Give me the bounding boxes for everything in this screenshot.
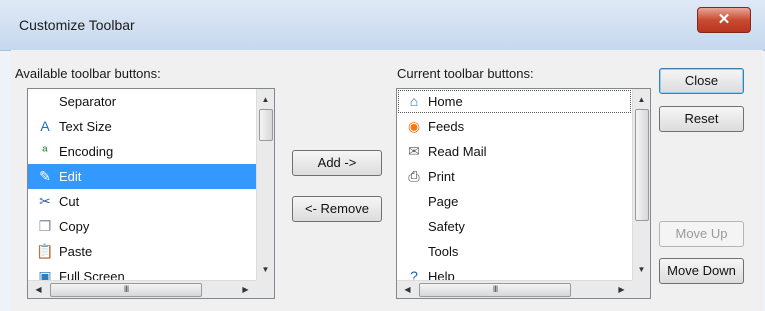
- item-label: Copy: [59, 219, 90, 234]
- available-item-edit[interactable]: ✎ Edit: [28, 164, 256, 189]
- title-bar: Customize Toolbar ✕: [0, 0, 765, 51]
- item-label: Tools: [428, 244, 459, 259]
- item-label: Home: [428, 94, 463, 109]
- current-item-safety[interactable]: Safety: [397, 214, 632, 239]
- cut-icon: ✂: [39, 193, 51, 209]
- item-label: Encoding: [59, 144, 114, 159]
- scroll-thumb-horizontal[interactable]: III: [50, 283, 202, 297]
- available-vertical-scrollbar[interactable]: ▲ ▼: [256, 89, 274, 280]
- available-items: Separator A Text Size ª Encoding ✎ Edit ✂ Cut ❐ Co…: [28, 89, 256, 280]
- close-button[interactable]: Close: [659, 68, 744, 94]
- home-icon: ⌂: [409, 93, 419, 109]
- current-item-help[interactable]: ? Help: [397, 264, 632, 280]
- item-label: Cut: [59, 194, 80, 209]
- copy-icon: ❐: [38, 218, 52, 234]
- available-horizontal-scrollbar[interactable]: ◀ III ▶: [28, 280, 256, 298]
- dialog-title: Customize Toolbar: [19, 17, 135, 33]
- item-label: Paste: [59, 244, 93, 259]
- remove-button[interactable]: <- Remove: [292, 196, 382, 222]
- current-item-page[interactable]: Page: [397, 189, 632, 214]
- scroll-up-arrow-icon[interactable]: ▲: [257, 91, 274, 108]
- item-label: Print: [428, 169, 455, 184]
- available-item-cut[interactable]: ✂ Cut: [28, 189, 256, 214]
- scrollbar-corner: [256, 280, 274, 298]
- edit-icon: ✎: [39, 168, 51, 184]
- available-buttons-list[interactable]: Separator A Text Size ª Encoding ✎ Edit ✂ Cut ❐ Co…: [27, 88, 275, 299]
- item-label: Separator: [59, 94, 117, 109]
- item-label: Help: [428, 269, 455, 280]
- available-item-copy[interactable]: ❐ Copy: [28, 214, 256, 239]
- current-vertical-scrollbar[interactable]: ▲ ▼: [632, 89, 650, 280]
- item-label: Text Size: [59, 119, 112, 134]
- window-close-button[interactable]: ✕: [697, 7, 751, 33]
- reset-button[interactable]: Reset: [659, 106, 744, 132]
- available-item-paste[interactable]: 📋 Paste: [28, 239, 256, 264]
- scroll-up-arrow-icon[interactable]: ▲: [633, 91, 650, 108]
- scroll-left-arrow-icon[interactable]: ◀: [30, 281, 47, 298]
- scroll-down-arrow-icon[interactable]: ▼: [633, 261, 650, 278]
- current-buttons-label: Current toolbar buttons:: [397, 66, 534, 81]
- item-label: Full Screen: [59, 269, 125, 280]
- help-icon: ?: [410, 268, 418, 280]
- available-item-encoding[interactable]: ª Encoding: [28, 139, 256, 164]
- feeds-icon: ◉: [407, 118, 421, 134]
- scroll-thumb-horizontal[interactable]: III: [419, 283, 571, 297]
- scroll-left-arrow-icon[interactable]: ◀: [399, 281, 416, 298]
- item-label: Safety: [428, 219, 465, 234]
- current-item-print[interactable]: ⎙ Print: [397, 164, 632, 189]
- dialog-body: Available toolbar buttons: Separator A Tex…: [11, 50, 763, 311]
- scroll-right-arrow-icon[interactable]: ▶: [613, 281, 630, 298]
- current-item-read-mail[interactable]: ✉ Read Mail: [397, 139, 632, 164]
- move-down-button[interactable]: Move Down: [659, 258, 744, 284]
- read-mail-icon: ✉: [408, 143, 420, 159]
- scroll-down-arrow-icon[interactable]: ▼: [257, 261, 274, 278]
- scrollbar-corner: [632, 280, 650, 298]
- current-horizontal-scrollbar[interactable]: ◀ III ▶: [397, 280, 632, 298]
- text-size-icon: A: [40, 118, 50, 134]
- scroll-thumb[interactable]: [259, 109, 273, 141]
- available-item-text-size[interactable]: A Text Size: [28, 114, 256, 139]
- current-item-feeds[interactable]: ◉ Feeds: [397, 114, 632, 139]
- available-item-full-screen[interactable]: ▣ Full Screen: [28, 264, 256, 280]
- move-up-button[interactable]: Move Up: [659, 221, 744, 247]
- item-label: Read Mail: [428, 144, 487, 159]
- print-icon: ⎙: [408, 168, 420, 184]
- item-label: Feeds: [428, 119, 465, 134]
- current-items: ⌂ Home ◉ Feeds ✉ Read Mail ⎙ Print Page Safety Too…: [397, 89, 632, 280]
- current-item-tools[interactable]: Tools: [397, 239, 632, 264]
- customize-toolbar-dialog: Customize Toolbar ✕ Available toolbar bu…: [0, 0, 765, 311]
- available-item-separator[interactable]: Separator: [28, 89, 256, 114]
- item-label: Page: [428, 194, 459, 209]
- item-label: Edit: [59, 169, 82, 184]
- scroll-thumb[interactable]: [635, 109, 649, 221]
- encoding-icon: ª: [42, 143, 48, 159]
- paste-icon: 📋: [36, 243, 54, 259]
- scroll-right-arrow-icon[interactable]: ▶: [237, 281, 254, 298]
- current-item-home[interactable]: ⌂ Home: [397, 89, 632, 114]
- add-button[interactable]: Add ->: [292, 150, 382, 176]
- current-buttons-list[interactable]: ⌂ Home ◉ Feeds ✉ Read Mail ⎙ Print Page Safety Too…: [396, 88, 651, 299]
- available-buttons-label: Available toolbar buttons:: [15, 66, 161, 81]
- full-screen-icon: ▣: [38, 268, 52, 280]
